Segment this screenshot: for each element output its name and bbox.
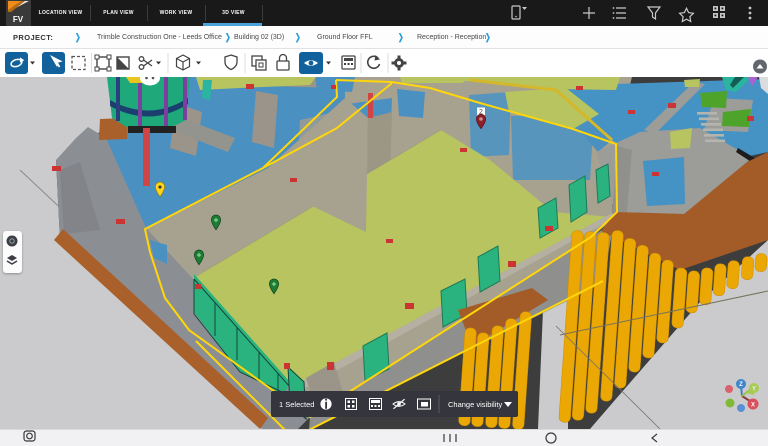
svg-text:1 Selected: 1 Selected	[279, 400, 314, 409]
svg-text:X: X	[751, 402, 755, 408]
svg-text:Z: Z	[739, 382, 743, 388]
svg-text:Y: Y	[752, 386, 756, 392]
svg-text:Change visibility: Change visibility	[448, 400, 502, 409]
svg-text:FV: FV	[13, 15, 24, 24]
